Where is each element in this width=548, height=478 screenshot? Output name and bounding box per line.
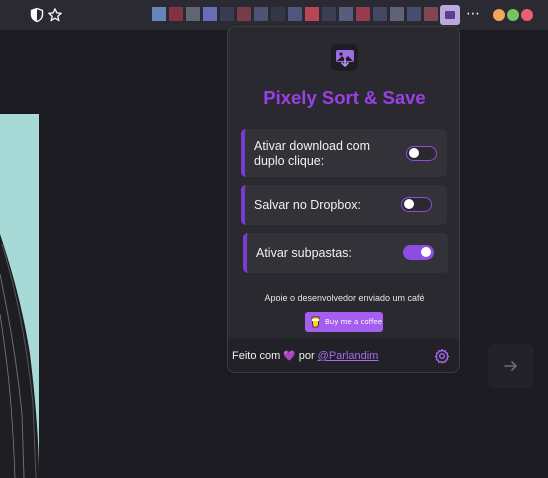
- support-text: Apoie o desenvolvedor enviado um café: [264, 293, 425, 303]
- page-image: [0, 114, 39, 478]
- subfolders-toggle[interactable]: [403, 245, 434, 260]
- option-label: Ativar download com duplo clique:: [254, 139, 371, 168]
- gear-icon[interactable]: [434, 348, 450, 364]
- shield-icon[interactable]: [29, 7, 45, 23]
- option-save-dropbox: Salvar no Dropbox:: [241, 185, 447, 225]
- next-page-button[interactable]: [488, 344, 534, 388]
- footer-credit: Feito com 💜 por @Parlandim: [232, 350, 378, 362]
- tab-favicon[interactable]: [271, 7, 285, 21]
- tab-favicon[interactable]: [288, 7, 302, 21]
- dropbox-toggle[interactable]: [401, 197, 432, 212]
- option-label: Salvar no Dropbox:: [254, 198, 362, 212]
- tab-favicon[interactable]: [220, 7, 234, 21]
- tab-favicon[interactable]: [237, 7, 251, 21]
- extension-icon[interactable]: [440, 5, 460, 25]
- popup-footer: Feito com 💜 por @Parlandim: [228, 339, 459, 372]
- tab-favicon[interactable]: [356, 7, 370, 21]
- extension-popup: Pixely Sort & Save Ativar download com d…: [227, 26, 460, 373]
- tab-strip[interactable]: [152, 4, 455, 24]
- by-text: por: [298, 350, 315, 362]
- tab-favicon[interactable]: [339, 7, 353, 21]
- tab-favicon[interactable]: [390, 7, 404, 21]
- popup-title: Pixely Sort & Save: [263, 87, 426, 108]
- window-maximize-button[interactable]: [507, 9, 519, 21]
- buy-me-a-coffee-button[interactable]: Buy me a coffee: [305, 312, 383, 332]
- tab-favicon[interactable]: [254, 7, 268, 21]
- image-download-icon: [331, 44, 358, 71]
- more-icon[interactable]: ⋯: [466, 5, 480, 22]
- option-label: Ativar subpastas:: [256, 246, 352, 260]
- arrow-right-icon: [504, 361, 517, 371]
- made-with-text: Feito com: [232, 350, 281, 362]
- tab-favicon[interactable]: [186, 7, 200, 21]
- tab-favicon[interactable]: [305, 7, 319, 21]
- option-subfolders: Ativar subpastas:: [243, 233, 448, 273]
- option-double-click-download: Ativar download com duplo clique:: [241, 129, 447, 177]
- coffee-cup-icon: [311, 316, 320, 328]
- tab-favicon[interactable]: [407, 7, 421, 21]
- tab-favicon[interactable]: [373, 7, 387, 21]
- star-icon[interactable]: [47, 7, 63, 23]
- tab-favicon[interactable]: [322, 7, 336, 21]
- window-minimize-button[interactable]: [493, 9, 505, 21]
- heart-icon: 💜: [283, 350, 296, 362]
- tab-favicon[interactable]: [203, 7, 217, 21]
- coffee-button-label: Buy me a coffee: [325, 318, 383, 326]
- window-close-button[interactable]: [521, 9, 533, 21]
- tab-favicon[interactable]: [152, 7, 166, 21]
- double-click-toggle[interactable]: [406, 146, 437, 161]
- tab-favicon[interactable]: [424, 7, 438, 21]
- author-link[interactable]: @Parlandim: [318, 350, 379, 362]
- tab-favicon[interactable]: [169, 7, 183, 21]
